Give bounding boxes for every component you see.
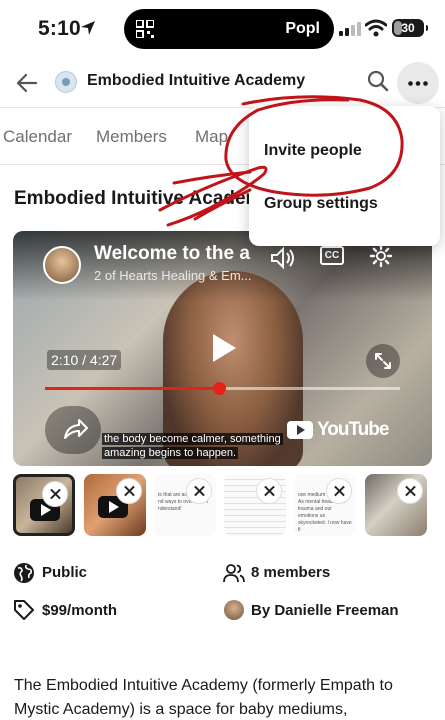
more-dots-icon — [408, 81, 428, 86]
youtube-wordmark: YouTube — [317, 419, 389, 440]
gear-icon[interactable] — [369, 244, 393, 268]
media-thumbnail-strip: ts that are achievable f nd ways to over… — [0, 474, 445, 536]
members-count[interactable]: 8 members — [251, 564, 330, 581]
page-title: Embodied Intuitive Academy — [14, 188, 274, 209]
tab-map[interactable]: Map — [195, 127, 228, 147]
island-app-name: Popl — [285, 20, 320, 37]
time-separator: / — [78, 352, 90, 368]
play-icon[interactable] — [207, 332, 239, 364]
video-duration: 4:27 — [89, 352, 118, 368]
fullscreen-icon[interactable] — [366, 344, 400, 378]
video-title[interactable]: Welcome to the a — [94, 243, 250, 265]
qr-code-icon — [136, 20, 154, 38]
members-icon — [223, 564, 245, 583]
options-dropdown-menu: Invite people Group settings — [249, 106, 440, 246]
back-arrow-icon[interactable] — [14, 70, 40, 96]
remove-thumbnail-icon[interactable] — [326, 478, 352, 504]
status-time: 5:10 — [38, 17, 81, 40]
status-bar: 5:10 Popl 30 — [0, 0, 445, 62]
wifi-icon — [365, 19, 387, 37]
menu-item-group-settings[interactable]: Group settings — [264, 195, 378, 213]
volume-icon[interactable] — [269, 245, 295, 271]
more-options-button[interactable] — [397, 62, 439, 104]
share-arrow-icon[interactable] — [45, 406, 101, 454]
cellular-signal-icon — [339, 22, 361, 36]
search-icon[interactable] — [366, 69, 390, 93]
thumbnail-3[interactable]: ts that are achievable f nd ways to over… — [154, 474, 216, 536]
video-progress-fill — [45, 387, 219, 390]
remove-thumbnail-icon[interactable] — [42, 481, 68, 507]
group-logo — [55, 71, 77, 93]
caption-line-1: the body become calmer, something — [102, 433, 283, 445]
remove-thumbnail-icon[interactable] — [256, 478, 282, 504]
battery-indicator: 30 — [392, 19, 428, 37]
video-player[interactable]: Welcome to the a 2 of Hearts Healing & E… — [13, 231, 432, 466]
host-avatar[interactable] — [224, 600, 244, 620]
price-tag-icon — [14, 600, 34, 620]
video-timecode: 2:10 / 4:27 — [47, 350, 122, 370]
location-arrow-icon — [81, 21, 95, 35]
caption-line-2: amazing begins to happen. — [102, 447, 239, 459]
globe-icon — [14, 563, 34, 583]
video-channel[interactable]: 2 of Hearts Healing & Em... — [94, 268, 252, 283]
host-name[interactable]: By Danielle Freeman — [251, 602, 399, 619]
captions-button[interactable]: CC — [320, 246, 344, 265]
screen: 5:10 Popl 30 Embodied Intuitive Academy … — [0, 0, 445, 720]
thumbnail-2[interactable] — [84, 474, 146, 536]
group-name[interactable]: Embodied Intuitive Academy — [87, 72, 305, 90]
channel-avatar[interactable] — [43, 246, 81, 284]
video-scrubber-handle[interactable] — [212, 382, 226, 395]
remove-thumbnail-icon[interactable] — [397, 478, 423, 504]
price-label: $99/month — [42, 602, 118, 619]
thumbnail-1[interactable] — [13, 474, 75, 536]
dynamic-island: Popl — [124, 9, 334, 49]
group-header: Embodied Intuitive Academy — [0, 62, 445, 108]
thumbnail-4[interactable] — [224, 474, 286, 536]
battery-percent: 30 — [401, 21, 415, 35]
privacy-label: Public — [42, 564, 88, 581]
thumbnail-5[interactable]: ose medium co energy. As mental health t… — [294, 474, 356, 536]
youtube-play-icon — [287, 421, 313, 439]
video-caption: the body become calmer, something amazin… — [102, 432, 283, 460]
video-progress-bar[interactable] — [45, 382, 400, 395]
menu-item-invite-people[interactable]: Invite people — [264, 142, 362, 160]
group-description: The Embodied Intuitive Academy (formerly… — [14, 677, 393, 718]
tab-calendar[interactable]: Calendar — [3, 127, 72, 147]
video-elapsed: 2:10 — [51, 352, 79, 368]
tab-members[interactable]: Members — [96, 127, 167, 147]
youtube-logo[interactable]: YouTube — [287, 419, 389, 441]
remove-thumbnail-icon[interactable] — [116, 478, 142, 504]
remove-thumbnail-icon[interactable] — [186, 478, 212, 504]
thumbnail-6[interactable] — [365, 474, 427, 536]
